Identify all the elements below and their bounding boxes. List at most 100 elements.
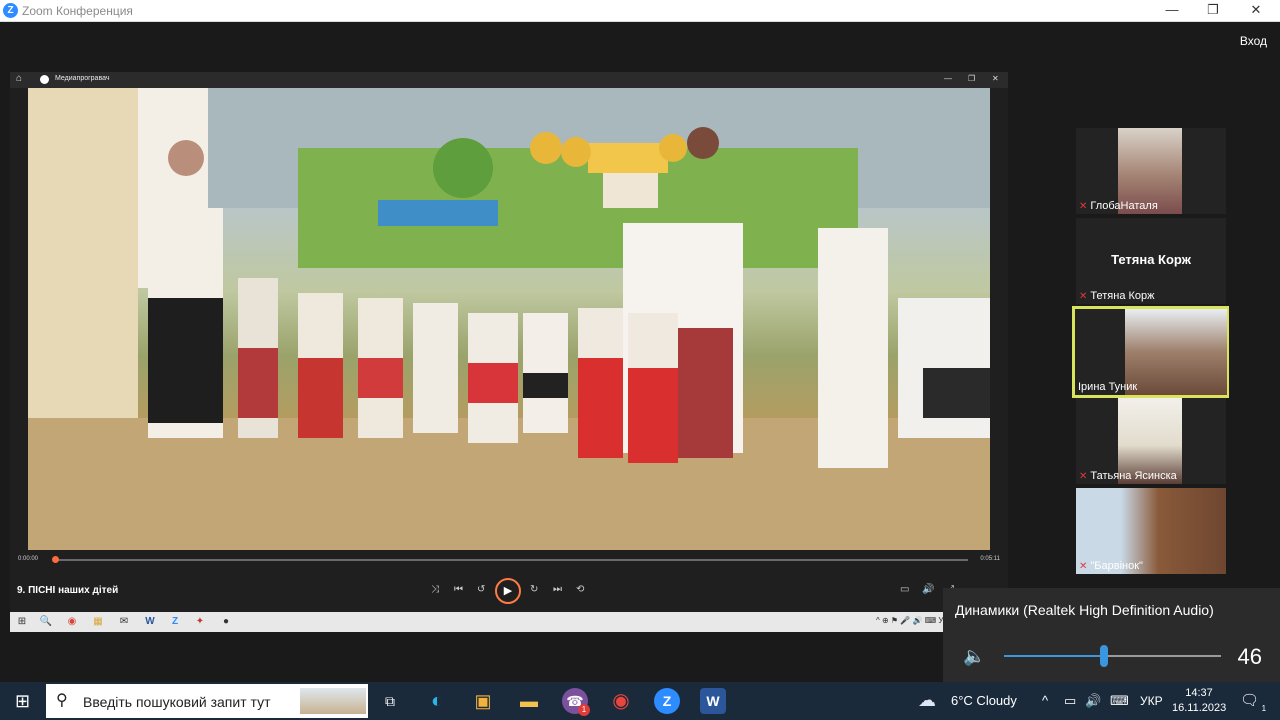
repeat-icon[interactable]: ⟲ [576,584,584,595]
painted-tree [433,138,493,198]
windows-taskbar: ⊞ ⚲ Введіть пошуковий запит тут ⧉ ◐ ▣ ▬ … [0,682,1280,720]
edge-icon[interactable]: ◐ [424,688,450,714]
notification-center-icon[interactable]: 🗨 1 [1240,691,1266,713]
play-button[interactable]: ▶ [495,578,521,604]
sunflower [561,137,591,167]
clock-date: 16.11.2023 [1172,702,1227,714]
seek-thumb[interactable] [52,556,59,563]
video-frame[interactable] [28,88,990,550]
shared-mail-icon: ✉ [119,616,129,627]
muted-mic-icon: ✕ [1079,561,1088,572]
participant-tile[interactable]: ✕ "Барвінок" [1076,488,1226,574]
shared-player-icon: ● [222,616,230,627]
shared-screen: ⌂ Медиапрогравач — ❐ ✕ 0:00:00 0:05:11 9… [10,72,1008,632]
previous-icon[interactable]: ⏮ [454,584,463,595]
participant-name: ✕ Тетяна Корж [1079,290,1155,302]
participant-video [1125,309,1227,395]
participant-name: ✕ Татьяна Ясинска [1079,470,1177,482]
cloud-icon[interactable]: ☁ [918,690,944,710]
teacher-head [168,140,204,176]
dancer-head [687,127,719,159]
shared-zoom-icon: Z [171,616,179,627]
audio-device-name[interactable]: Динамики (Realtek High Definition Audio) [955,602,1214,618]
next-icon[interactable]: ⏭ [553,584,562,595]
player-minimize-button[interactable]: — [944,74,952,83]
volume-tray-icon[interactable]: 🔊 [1085,693,1101,709]
clock[interactable]: 14:37 16.11.2023 [1172,686,1226,716]
viber-badge: 1 [578,704,590,716]
muted-mic-icon: ✕ [1079,201,1088,212]
input-language[interactable]: УКР [1140,694,1163,708]
video-scene-illustration [28,88,990,550]
chrome-icon[interactable]: ◉ [608,688,634,714]
participant-tile[interactable]: Тетяна Корж ✕ Тетяна Корж [1076,218,1226,304]
keyboard-icon[interactable]: ⌨ [1110,693,1129,709]
minimize-button[interactable]: — [1152,0,1192,22]
house-wall [603,173,658,208]
volume-flyout: Динамики (Realtek High Definition Audio)… [943,588,1280,682]
search-placeholder[interactable]: Введіть пошуковий запит тут [83,694,271,710]
muted-mic-icon: ✕ [1079,471,1088,482]
shared-tray: ^ ⊕ ⚑ 🎤 🔊 ⌨ УКР [876,616,954,625]
search-icon: ⚲ [56,692,68,709]
participant-name: Ірина Туник [1078,381,1138,393]
shared-explorer-icon: ▦ [93,616,103,627]
notification-count: 1 [1261,704,1267,713]
login-button[interactable]: Вход [1240,34,1267,48]
player-restore-button[interactable]: ❐ [968,74,975,83]
home-icon[interactable]: ⌂ [16,73,22,84]
media-player-app-icon [40,75,49,84]
speaker-icon[interactable]: 🔈 [963,646,985,667]
battery-icon[interactable]: ▭ [1064,693,1076,709]
forward-icon[interactable]: ↻ [530,584,538,595]
left-curtain [28,88,138,418]
close-button[interactable]: ✕ [1236,0,1276,22]
muted-mic-icon: ✕ [1079,291,1088,302]
participant-display-name: Тетяна Корж [1111,252,1191,267]
volume-icon[interactable]: 🔊 [922,584,934,595]
rewind-icon[interactable]: ↺ [477,584,485,595]
viber-icon[interactable]: ☎ 1 [562,688,590,716]
current-time: 0:00:00 [18,556,39,562]
task-view-button[interactable]: ⧉ [377,688,403,714]
zoom-taskbar-icon[interactable]: Z [654,688,680,714]
participant-tile[interactable]: ✕ ГлобаНаталя [1076,128,1226,214]
start-button[interactable]: ⊞ [0,682,45,720]
shuffle-icon[interactable]: ⤨ [431,584,439,595]
volume-slider[interactable] [1004,645,1221,667]
store-icon[interactable]: ▣ [470,688,496,714]
track-title: 9. ПІСНІ наших дітей [17,585,119,596]
show-hidden-icons-icon[interactable]: ^ [1042,693,1048,708]
file-explorer-icon[interactable]: ▬ [516,688,542,714]
dancer-skirt [678,328,733,458]
shared-search-icon: 🔍 [39,616,53,627]
shared-app-icon: ✦ [195,616,205,627]
search-highlight-image [300,688,366,714]
player-close-button[interactable]: ✕ [992,74,999,83]
player-controls: 9. ПІСНІ наших дітей ⤨ ⏮ ↺ ▶ ↻ ⏭ ⟲ ▭ 🔊 ⤢… [10,574,1008,610]
media-player-title-bar: ⌂ Медиапрогравач — ❐ ✕ [10,72,1008,88]
participant-name: ✕ "Барвінок" [1079,560,1143,572]
taskbar-search[interactable]: ⚲ Введіть пошуковий запит тут [46,684,368,718]
weather-text[interactable]: 6°C Cloudy [951,693,1017,708]
seek-track[interactable] [54,559,968,561]
sunflower [659,134,687,162]
volume-thumb[interactable] [1099,645,1108,667]
miniplayer-icon[interactable]: ▭ [900,584,909,595]
shared-taskbar: ⊞ 🔍 ◉ ▦ ✉ W Z ✦ ● ^ ⊕ ⚑ 🎤 🔊 ⌨ УКР [10,612,1008,632]
participant-name: ✕ ГлобаНаталя [1079,200,1158,212]
window-title: Zoom Конференция [22,4,133,18]
active-speaker-tile[interactable]: Ірина Туник [1072,306,1229,398]
word-icon[interactable]: W [700,688,726,714]
total-time: 0:05:11 [980,556,1000,562]
shared-word-icon: W [145,616,155,627]
zoom-title-bar: Z Zoom Конференция — ❐ ✕ [0,0,1280,22]
woman-figure [818,228,888,468]
laptop [923,368,990,418]
shared-start-icon: ⊞ [17,616,27,627]
participant-tile[interactable]: ✕ Татьяна Ясинска [1076,398,1226,484]
volume-level: 46 [1237,644,1262,669]
restore-button[interactable]: ❐ [1193,0,1233,22]
painted-water [378,200,498,226]
teacher-skirt [148,298,223,423]
